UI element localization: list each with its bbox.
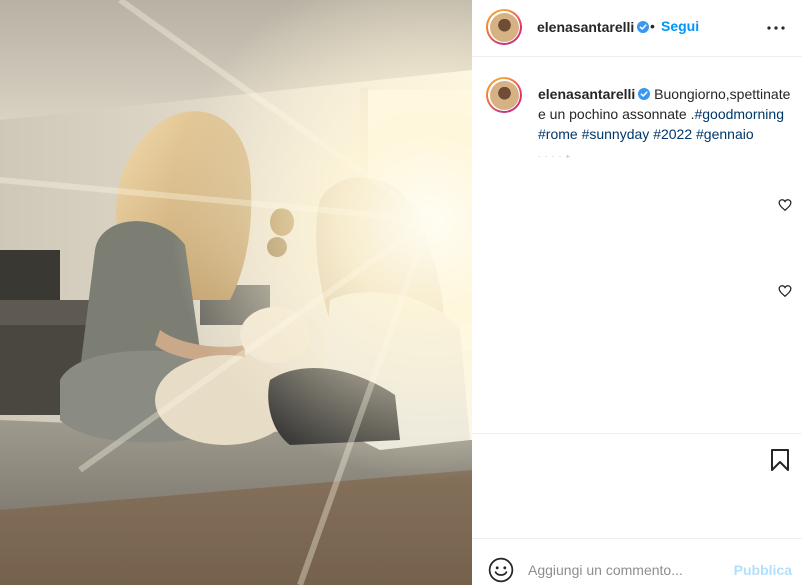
post-caption: elenasantarelli Buongiorno,spettinate e … — [538, 84, 792, 144]
more-options-icon[interactable] — [764, 16, 788, 40]
caption-username[interactable]: elenasantarelli — [538, 86, 651, 102]
caption-timestamp: · · · · + — [538, 152, 572, 161]
verified-badge-icon — [638, 88, 651, 100]
post-photo[interactable] — [0, 0, 472, 585]
comments-section: elenasantarelli Buongiorno,spettinate e … — [472, 57, 802, 433]
header-separator: • — [650, 18, 655, 34]
emoji-icon[interactable] — [488, 557, 514, 583]
author-username[interactable]: elenasantarelli — [537, 19, 650, 35]
author-avatar[interactable] — [486, 9, 522, 45]
hashtag-link[interactable]: #gennaio — [696, 126, 754, 142]
publish-button[interactable]: Pubblica — [734, 562, 792, 578]
hashtag-link[interactable]: #rome — [538, 126, 578, 142]
post-image — [0, 0, 472, 585]
comment-input[interactable] — [528, 557, 728, 583]
heart-icon[interactable] — [778, 284, 792, 298]
caption-avatar[interactable] — [486, 77, 522, 113]
post-header: elenasantarelli • Segui — [472, 0, 802, 57]
hashtag-link[interactable]: #goodmorning — [694, 106, 784, 122]
post-actions — [472, 433, 802, 534]
post-sidebar: elenasantarelli • Segui elenasantarelli … — [472, 0, 802, 585]
bookmark-icon[interactable] — [768, 448, 792, 472]
verified-badge-icon — [637, 21, 650, 33]
heart-icon[interactable] — [778, 198, 792, 212]
hashtag-link[interactable]: #2022 — [653, 126, 692, 142]
add-comment-bar: Pubblica — [472, 538, 802, 586]
follow-button[interactable]: Segui — [661, 18, 699, 34]
hashtag-link[interactable]: #sunnyday — [582, 126, 650, 142]
